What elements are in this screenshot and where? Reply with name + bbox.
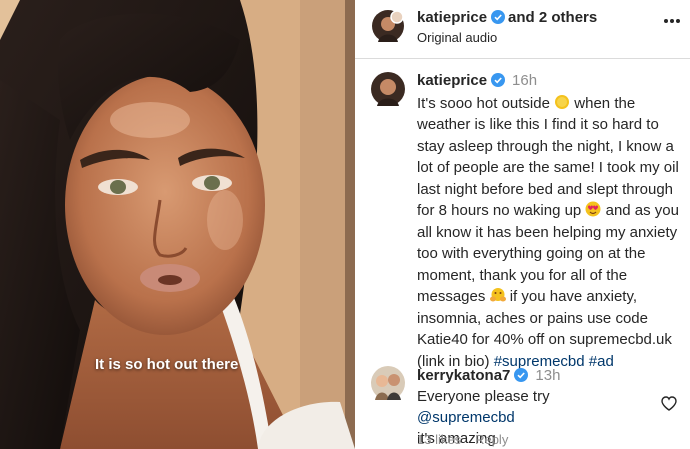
heart-eyes-emoji-icon — [585, 201, 601, 217]
post-caption: katieprice 16h It's sooo hot outside when… — [417, 70, 679, 372]
mention-supremecbd[interactable]: @supremecbd — [417, 409, 515, 426]
author-avatar[interactable] — [372, 10, 404, 42]
header-divider — [355, 58, 690, 59]
reply-button[interactable]: Reply — [475, 432, 508, 447]
commenter-avatar[interactable] — [371, 366, 405, 400]
original-audio-link[interactable]: Original audio — [417, 30, 497, 45]
caption-text-part: when the weather is like this I find it … — [417, 94, 679, 220]
caption-timestamp[interactable]: 16h — [512, 72, 537, 89]
sun-emoji-icon — [555, 94, 570, 109]
comment-timestamp[interactable]: 13h — [535, 367, 560, 384]
video-frame-image — [0, 0, 355, 449]
caption-text: It's sooo hot outside when the weather i… — [417, 93, 679, 373]
author-username[interactable]: katieprice — [417, 9, 487, 26]
comment-likes-count[interactable]: 13 likes — [417, 432, 461, 447]
verified-badge-icon — [491, 73, 506, 87]
caption-text-part: It's sooo hot outside — [417, 94, 555, 112]
caption-author-avatar[interactable] — [371, 72, 405, 106]
caption-username[interactable]: katieprice — [417, 72, 487, 89]
like-comment-heart-icon[interactable] — [661, 396, 677, 411]
verified-badge-icon — [514, 368, 529, 382]
comment-username[interactable]: kerrykatona7 — [417, 367, 510, 384]
post-panel: katieprice and 2 others Original audio ka… — [355, 0, 690, 449]
verified-badge-icon — [491, 10, 506, 24]
collaborators-link[interactable]: and 2 others — [508, 9, 597, 26]
more-options-icon[interactable] — [663, 18, 681, 24]
post-header: katieprice and 2 others Original audio — [355, 0, 690, 52]
hugging-emoji-icon — [489, 288, 506, 302]
video-subtitle: It is so hot out there — [95, 356, 239, 373]
comment-actions: 13 likes Reply — [417, 432, 522, 447]
comment-text-part: Everyone please try — [417, 388, 550, 405]
reel-video[interactable]: It is so hot out there — [0, 0, 355, 449]
